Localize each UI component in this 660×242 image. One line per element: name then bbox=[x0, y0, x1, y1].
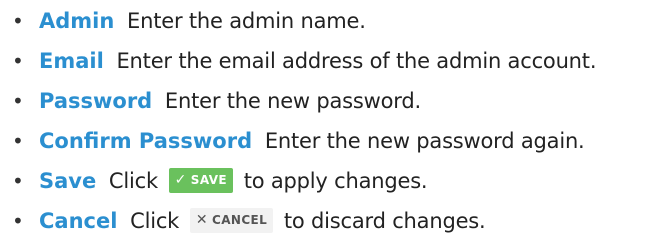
field-desc-save-after: to apply changes. bbox=[243, 169, 428, 193]
field-name-admin: Admin bbox=[39, 9, 115, 33]
cancel-button[interactable]: ✕ CANCEL bbox=[189, 207, 274, 233]
list-item-email: • Email Enter the email address of the a… bbox=[0, 41, 660, 81]
field-desc-cancel-after: to discard changes. bbox=[283, 209, 486, 233]
bullet-icon: • bbox=[12, 129, 24, 153]
list-item-admin: • Admin Enter the admin name. bbox=[0, 1, 660, 41]
list-item-cancel: • Cancel Click ✕ CANCEL to discard change… bbox=[0, 201, 660, 241]
field-name-save: Save bbox=[39, 169, 97, 193]
save-button[interactable]: ✓ SAVE bbox=[168, 167, 233, 193]
close-icon: ✕ bbox=[195, 211, 208, 228]
list-item-save: • Save Click ✓ SAVE to apply changes. bbox=[0, 161, 660, 201]
field-name-password: Password bbox=[39, 89, 153, 113]
field-desc-cancel-before: Click bbox=[130, 209, 180, 233]
cancel-button-label: CANCEL bbox=[211, 212, 268, 227]
field-desc-confirm-password: Enter the new password again. bbox=[264, 129, 585, 153]
field-name-cancel: Cancel bbox=[39, 209, 118, 233]
field-description-list: • Admin Enter the admin name. • Email En… bbox=[0, 1, 660, 241]
save-button-label: SAVE bbox=[190, 172, 227, 187]
field-name-email: Email bbox=[39, 49, 104, 73]
field-desc-admin: Enter the admin name. bbox=[127, 9, 366, 33]
field-desc-email: Enter the email address of the admin acc… bbox=[116, 49, 597, 73]
field-desc-password: Enter the new password. bbox=[164, 89, 421, 113]
list-item-confirm-password: • Confirm Password Enter the new passwor… bbox=[0, 121, 660, 161]
field-name-confirm-password: Confirm Password bbox=[39, 129, 253, 153]
check-icon: ✓ bbox=[174, 171, 187, 188]
bullet-icon: • bbox=[12, 49, 24, 73]
bullet-icon: • bbox=[12, 209, 24, 233]
bullet-icon: • bbox=[12, 169, 24, 193]
bullet-icon: • bbox=[12, 9, 24, 33]
list-item-password: • Password Enter the new password. bbox=[0, 81, 660, 121]
field-desc-save-before: Click bbox=[108, 169, 158, 193]
bullet-icon: • bbox=[12, 89, 24, 113]
